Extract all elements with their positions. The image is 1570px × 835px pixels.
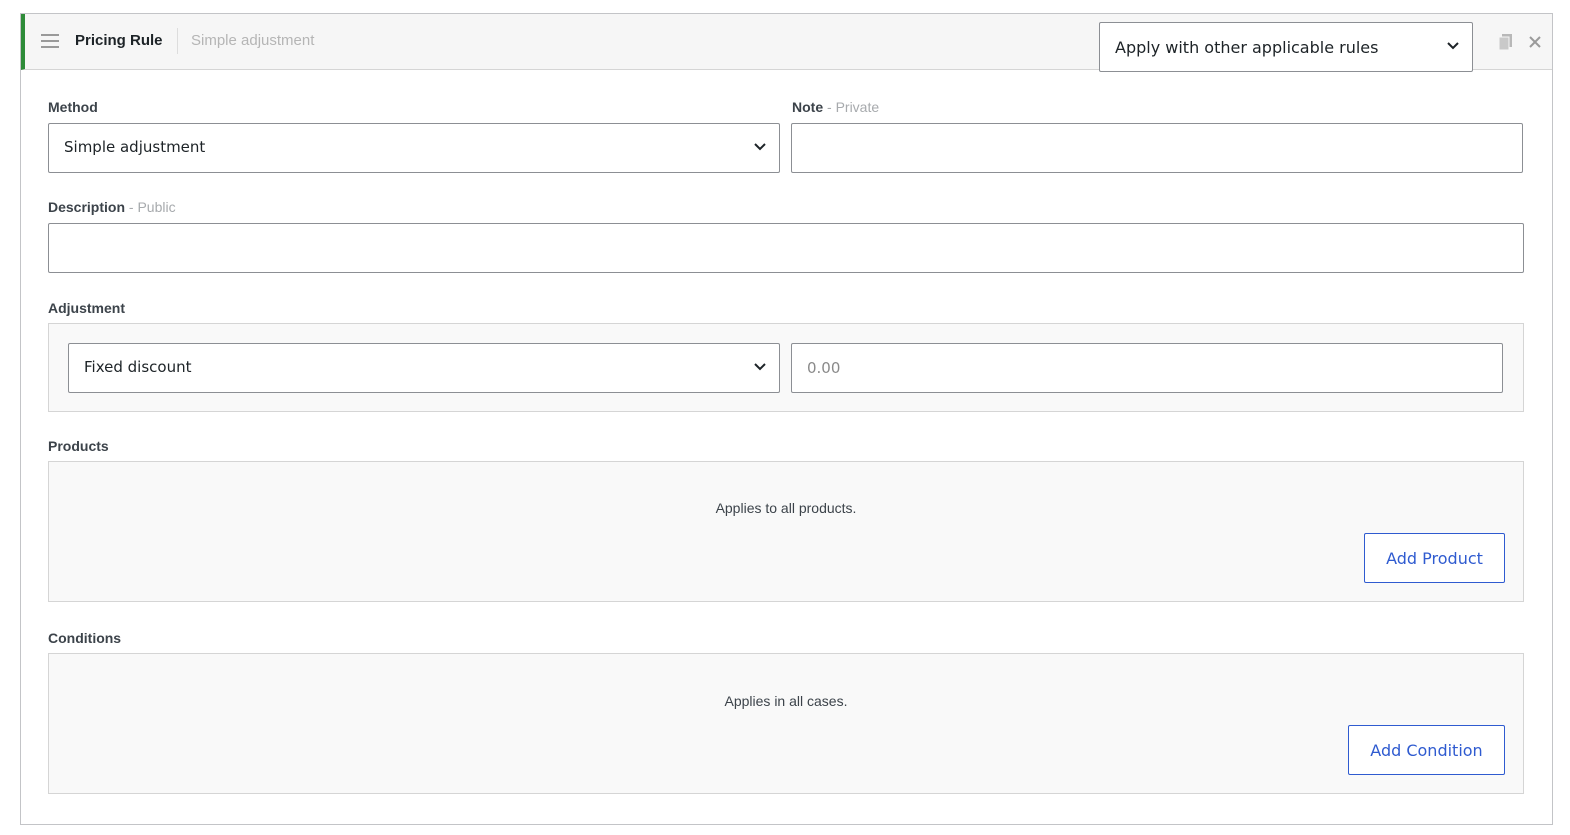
conditions-label: Conditions bbox=[48, 630, 121, 646]
conditions-empty-text: Applies in all cases. bbox=[724, 693, 848, 709]
conditions-box: Applies in all cases. Add Condition bbox=[48, 653, 1524, 794]
note-label-text: Note bbox=[792, 99, 824, 115]
panel-subtitle: Simple adjustment bbox=[191, 32, 315, 49]
adjustment-label: Adjustment bbox=[48, 300, 125, 316]
chevron-down-icon bbox=[753, 362, 767, 372]
conditions-label-text: Conditions bbox=[48, 630, 122, 646]
adjustment-type-value: Fixed discount bbox=[84, 358, 192, 376]
method-label-text: Method bbox=[48, 99, 98, 115]
add-condition-button[interactable]: Add Condition bbox=[1348, 725, 1505, 775]
chevron-down-icon bbox=[1446, 41, 1460, 51]
copy-icon[interactable] bbox=[1498, 33, 1514, 51]
method-select[interactable]: Simple adjustment bbox=[48, 123, 780, 173]
products-label-text: Products bbox=[48, 438, 109, 454]
note-input[interactable] bbox=[791, 123, 1523, 173]
note-label: Note - Private bbox=[792, 99, 879, 115]
adjustment-amount-input[interactable] bbox=[791, 343, 1503, 393]
products-box: Applies to all products. Add Product bbox=[48, 461, 1524, 602]
drag-handle-icon[interactable] bbox=[41, 34, 59, 48]
header-divider bbox=[177, 28, 178, 54]
method-value: Simple adjustment bbox=[64, 138, 206, 156]
description-label-text: Description bbox=[48, 199, 126, 215]
apply-mode-value: Apply with other applicable rules bbox=[1115, 38, 1379, 57]
adjustment-label-text: Adjustment bbox=[48, 300, 125, 316]
products-label: Products bbox=[48, 438, 109, 454]
apply-mode-select[interactable]: Apply with other applicable rules bbox=[1099, 22, 1473, 72]
adjustment-type-select[interactable]: Fixed discount bbox=[68, 343, 780, 393]
description-hint: - Public bbox=[128, 199, 176, 215]
panel-header: Pricing Rule Simple adjustment Apply wit… bbox=[21, 14, 1552, 72]
products-empty-text: Applies to all products. bbox=[715, 500, 857, 516]
method-label: Method bbox=[48, 99, 98, 115]
add-product-button[interactable]: Add Product bbox=[1364, 533, 1505, 583]
chevron-down-icon bbox=[753, 142, 767, 152]
description-input[interactable] bbox=[48, 223, 1524, 273]
panel-title: Pricing Rule bbox=[75, 32, 163, 49]
description-label: Description - Public bbox=[48, 199, 176, 215]
close-icon[interactable] bbox=[1527, 33, 1543, 51]
note-hint: - Private bbox=[827, 99, 880, 115]
